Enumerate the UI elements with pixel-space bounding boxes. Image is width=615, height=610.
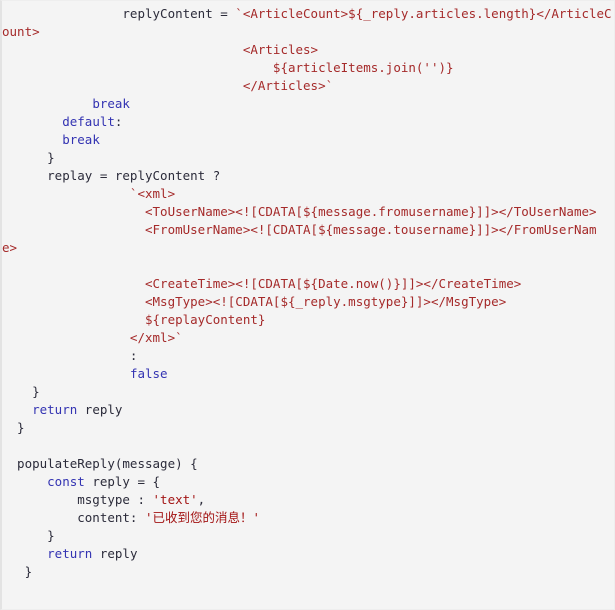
code-token-string: ' <box>252 510 261 525</box>
code-line: const reply = { <box>2 473 614 491</box>
code-line <box>2 437 614 455</box>
code-line: } <box>2 149 614 167</box>
code-line: false <box>2 365 614 383</box>
code-token-plain: } <box>2 150 55 165</box>
code-token-cjk: 已收到您的消息！ <box>152 510 253 525</box>
code-line: <CreateTime><![CDATA[${Date.now()}]]></C… <box>2 275 614 293</box>
code-token-template: ount> <box>2 24 40 39</box>
code-line: ${articleItems.join('')} <box>2 59 614 77</box>
code-token-string: ' <box>145 510 153 525</box>
code-line: ount> <box>2 23 614 41</box>
code-line: </xml>` <box>2 329 614 347</box>
code-token-keyword: return <box>47 546 93 561</box>
code-token-blank <box>2 438 10 453</box>
code-token-plain: content: <box>2 510 145 525</box>
code-token-plain: reply <box>77 402 123 417</box>
code-line: break <box>2 131 614 149</box>
code-token-template: <ToUserName><![CDATA[${message.fromusern… <box>2 204 597 219</box>
code-token-plain: replyContent = <box>2 6 236 21</box>
code-token-template: ${articleItems.join('')} <box>2 60 454 75</box>
code-token-plain: msgtype : <box>2 492 153 507</box>
code-line: content: '已收到您的消息！' <box>2 509 614 527</box>
code-token-template: <CreateTime><![CDATA[${Date.now()}]]></C… <box>2 276 522 291</box>
code-line: } <box>2 419 614 437</box>
code-line: replay = replyContent ? <box>2 167 614 185</box>
code-line: : <box>2 347 614 365</box>
code-line <box>2 581 614 599</box>
code-listing[interactable]: replyContent = `<ArticleCount>${_reply.a… <box>2 5 614 609</box>
code-token-template: <MsgType><![CDATA[${_reply.msgtype}]]></… <box>2 294 507 309</box>
code-token-keyword: return <box>32 402 78 417</box>
code-token-plain: } <box>2 528 55 543</box>
code-line: <ToUserName><![CDATA[${message.fromusern… <box>2 203 614 221</box>
code-token-plain: : <box>114 114 123 129</box>
code-line: <Articles> <box>2 41 614 59</box>
code-token-blank <box>2 258 10 273</box>
code-line: return reply <box>2 401 614 419</box>
code-token-plain: : <box>2 348 138 363</box>
code-line <box>2 257 614 275</box>
code-line: msgtype : 'text', <box>2 491 614 509</box>
code-token-string: 'text' <box>152 492 198 507</box>
code-line: } <box>2 383 614 401</box>
code-token-template: ${replayContent} <box>2 312 266 327</box>
code-token-blank <box>2 600 10 609</box>
code-line: ${replayContent} <box>2 311 614 329</box>
code-token-template: <FromUserName><![CDATA[${message.tousern… <box>2 222 597 237</box>
code-token-keyword: break <box>92 96 130 111</box>
code-token-blank <box>2 582 10 597</box>
code-token-plain: } <box>2 420 25 435</box>
code-token-keyword: const <box>47 474 85 489</box>
code-line: replyContent = `<ArticleCount>${_reply.a… <box>2 5 614 23</box>
code-token-template: e> <box>2 240 18 255</box>
code-token-template: </xml>` <box>2 330 183 345</box>
code-token-template: `<xml> <box>2 186 176 201</box>
code-token-plain: replay = replyContent ? <box>2 168 221 183</box>
code-line: populateReply(message) { <box>2 455 614 473</box>
code-line: } <box>2 527 614 545</box>
code-line: } <box>2 563 614 581</box>
code-line: </Articles>` <box>2 77 614 95</box>
code-token-keyword: default <box>62 114 115 129</box>
code-line: e> <box>2 239 614 257</box>
code-token-template: </Articles>` <box>2 78 334 93</box>
code-token-plain: } <box>2 564 33 579</box>
code-token-plain: , <box>197 492 206 507</box>
code-block[interactable]: replyContent = `<ArticleCount>${_reply.a… <box>0 0 615 610</box>
code-token-keyword: false <box>129 366 168 381</box>
code-line: <FromUserName><![CDATA[${message.tousern… <box>2 221 614 239</box>
code-line: `<xml> <box>2 185 614 203</box>
code-line: break <box>2 95 614 113</box>
code-line: <MsgType><![CDATA[${_reply.msgtype}]]></… <box>2 293 614 311</box>
code-token-template: <Articles> <box>2 42 319 57</box>
code-token-plain: } <box>2 384 40 399</box>
code-line <box>2 599 614 609</box>
code-token-plain: reply = { <box>84 474 161 489</box>
code-token-keyword: break <box>62 132 100 147</box>
code-token-template: `<ArticleCount>${_reply.articles.length}… <box>235 6 612 21</box>
code-line: default: <box>2 113 614 131</box>
code-line: return reply <box>2 545 614 563</box>
code-token-plain: populateReply(message) { <box>2 456 198 471</box>
code-token-plain: reply <box>92 546 138 561</box>
